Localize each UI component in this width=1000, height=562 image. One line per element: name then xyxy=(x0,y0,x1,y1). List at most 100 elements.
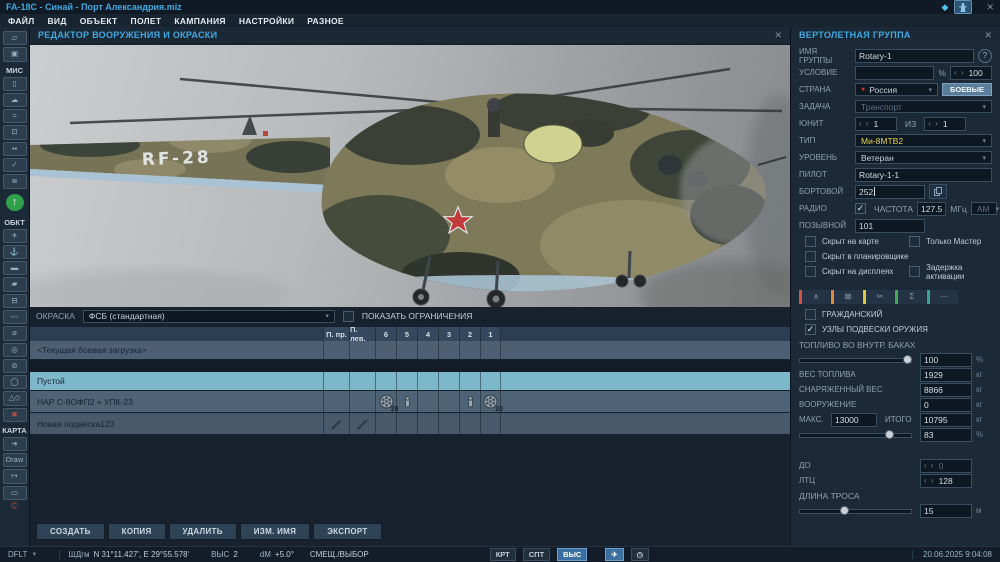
group-close-icon[interactable]: ✕ xyxy=(984,30,992,41)
oval-template-icon[interactable]: ◯ xyxy=(2,375,27,390)
route-icon[interactable]: ≈ xyxy=(2,109,27,124)
static-object-icon[interactable]: ⊟ xyxy=(2,293,27,308)
load-percent-input[interactable]: 83 xyxy=(920,427,972,442)
menu-flight[interactable]: ПОЛЕТ xyxy=(131,16,162,26)
menu-campaign[interactable]: КАМПАНИЯ xyxy=(174,16,225,26)
paint-label: ОКРАСКА xyxy=(36,311,75,321)
fuel-percent-input[interactable]: 100 xyxy=(920,352,972,367)
menu-file[interactable]: ФАЙЛ xyxy=(8,16,34,26)
pilot-input[interactable]: Rotary-1-1 xyxy=(855,167,992,182)
route-tab[interactable]: ∧ xyxy=(799,290,830,304)
group-icon[interactable]: ◦◦◦ xyxy=(2,309,27,325)
civilian-checkbox[interactable] xyxy=(805,309,816,320)
tank-icon[interactable]: ▰ xyxy=(2,277,27,292)
coord-format[interactable]: ШДгм xyxy=(68,550,89,559)
payload-tab[interactable]: ⊠ xyxy=(831,290,862,304)
copy-icon[interactable] xyxy=(929,184,947,199)
aircraft-visibility-icon[interactable]: ✈ xyxy=(605,548,624,561)
menu-settings[interactable]: НАСТРОЙКИ xyxy=(239,16,294,26)
unit-spinner[interactable]: 1 xyxy=(855,116,897,131)
board-number-input[interactable]: 252 xyxy=(855,184,925,199)
condition-input[interactable] xyxy=(855,65,935,80)
loadout-row-rockets[interactable]: НАР С-8ОФП2 + УПК-23 20 20 xyxy=(30,391,790,413)
flare-spinner[interactable]: 128 xyxy=(920,473,972,488)
editor-close-icon[interactable]: ✕ xyxy=(774,30,782,41)
restricted-icon[interactable]: ⊘ xyxy=(2,358,27,374)
save-icon[interactable]: ▣ xyxy=(2,47,27,62)
app-close-icon[interactable]: ✕ xyxy=(986,2,994,13)
group-name-label: ИМЯ ГРУППЫ xyxy=(799,46,833,65)
hidden-on-map-checkbox[interactable] xyxy=(805,236,816,247)
rename-button[interactable]: ИЗМ. ИМЯ xyxy=(239,523,311,540)
dcs-mission-editor: FA-18C - Синай - Порт Александрия.miz ◆ … xyxy=(0,0,1000,562)
clock-icon[interactable]: ◷ xyxy=(630,548,650,561)
copy-button[interactable]: КОПИЯ xyxy=(107,523,166,540)
pylons-checkbox[interactable] xyxy=(805,324,816,335)
airplane-icon[interactable]: ✈ xyxy=(2,228,27,243)
country-select[interactable]: Россия xyxy=(855,83,938,96)
help-button[interactable]: ? xyxy=(978,48,992,63)
more-tab[interactable]: ⋯ xyxy=(927,290,958,304)
menu-view[interactable]: ВИД xyxy=(47,16,66,26)
loadout-row-current[interactable]: <Текущая боевая загрузка> xyxy=(30,341,790,359)
hidden-in-planner-checkbox[interactable] xyxy=(805,251,816,262)
model-viewport[interactable]: RF-28 xyxy=(30,45,790,307)
modulation-select[interactable]: АМ xyxy=(970,202,997,215)
ship-icon[interactable]: ⚓ xyxy=(2,244,27,260)
frequency-input[interactable]: 127.5 xyxy=(917,201,947,216)
new-file-icon[interactable]: ▱ xyxy=(2,31,27,46)
create-button[interactable]: СОЗДАТЬ xyxy=(36,523,105,540)
chaff-spinner[interactable]: 0 xyxy=(920,458,972,473)
condition-percent: % xyxy=(938,67,946,78)
paint-select[interactable]: ФСБ (стандартная) xyxy=(82,309,335,323)
loadout-row-selected[interactable]: Пустой xyxy=(30,372,790,390)
rules-chain-icon[interactable]: ≣ xyxy=(2,174,27,189)
rope-slider[interactable] xyxy=(799,505,912,516)
trigger-zone-icon[interactable]: ⊡ xyxy=(2,125,27,140)
export-button[interactable]: ЭКСПОРТ xyxy=(313,523,382,540)
zone-icon[interactable]: ◎ xyxy=(2,342,27,357)
toolbar-section-mission: МИС xyxy=(5,65,24,75)
profile-select[interactable]: DFLT ▼ xyxy=(8,550,37,559)
menu-misc[interactable]: РАЗНОЕ xyxy=(307,16,344,26)
loadout-row-custom[interactable]: Новая подвеска123 xyxy=(30,413,790,434)
late-activation-checkbox[interactable] xyxy=(909,266,920,277)
weather-icon[interactable]: ☁ xyxy=(2,92,27,108)
rect-select-icon[interactable]: ▭ xyxy=(2,485,27,501)
rope-length-input[interactable]: 15 xyxy=(920,503,972,518)
delete-button[interactable]: УДАЛИТЬ xyxy=(168,523,237,540)
skill-select[interactable]: Ветеран xyxy=(855,151,992,164)
combat-button[interactable]: БОЕВЫЕ xyxy=(942,83,992,96)
group-name-input[interactable]: Rotary-1 xyxy=(855,48,974,63)
beacon-icon[interactable] xyxy=(954,0,973,14)
unit-count-spinner[interactable]: 1 xyxy=(924,116,967,131)
elevation-layer-button[interactable]: ВЫС xyxy=(557,548,588,561)
satellite-layer-button[interactable]: СПТ xyxy=(522,548,551,561)
hidden-on-mfd-checkbox[interactable] xyxy=(805,266,816,277)
distance-icon[interactable]: ↦ xyxy=(2,469,27,484)
shapes-icon[interactable]: △◇ xyxy=(2,391,27,406)
task-select[interactable]: Транспорт xyxy=(855,100,992,113)
summary-tab-icon: Σ xyxy=(898,290,926,304)
bullseye-icon[interactable]: ▪▪ xyxy=(2,141,27,156)
radio-checkbox[interactable] xyxy=(855,203,866,214)
load-slider[interactable] xyxy=(799,429,912,440)
rearm-point-icon[interactable]: ⌀ xyxy=(2,326,27,341)
edit-tab[interactable]: ✂ xyxy=(863,290,894,304)
summary-tab[interactable]: Σ xyxy=(895,290,926,304)
map-layer-button[interactable]: КРТ xyxy=(489,548,516,561)
fuel-slider[interactable] xyxy=(799,354,912,365)
briefing-icon[interactable]: ▯ xyxy=(2,76,27,91)
spawn-up-icon[interactable]: ↑ xyxy=(5,193,24,211)
delete-icon[interactable]: ✖ xyxy=(2,407,27,422)
measure-icon[interactable]: ➔ xyxy=(2,436,27,452)
vehicle-icon[interactable]: ▬ xyxy=(2,261,27,276)
type-select[interactable]: Ми-8МТВ2 xyxy=(855,134,992,147)
master-only-checkbox[interactable] xyxy=(909,236,920,247)
menu-object[interactable]: ОБЪЕКТ xyxy=(80,16,118,26)
callsign-input[interactable]: 101 xyxy=(855,218,925,233)
probability-spinner[interactable]: 100 xyxy=(950,65,992,80)
goals-icon[interactable]: ✓ xyxy=(2,157,27,173)
show-limits-checkbox[interactable] xyxy=(342,310,354,322)
draw-button[interactable]: Draw xyxy=(2,453,27,468)
